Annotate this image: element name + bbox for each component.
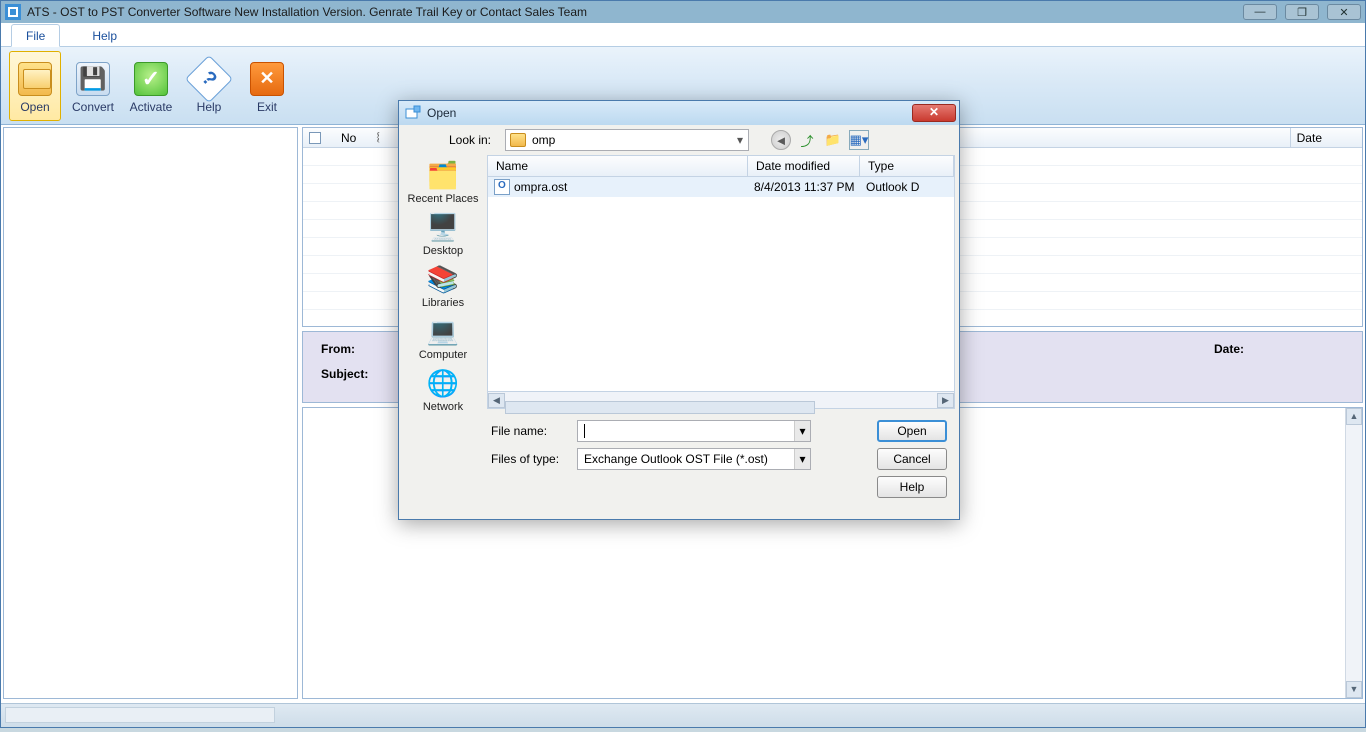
scroll-left-arrow-icon[interactable]: ◀	[488, 393, 505, 408]
file-name: ompra.ost	[514, 180, 567, 194]
place-recent-label: Recent Places	[408, 193, 479, 205]
status-progress	[5, 707, 275, 723]
app-title: ATS - OST to PST Converter Software New …	[27, 5, 1243, 19]
close-button[interactable]: ✕	[1327, 4, 1361, 20]
up-one-level-icon[interactable]: ⤴	[797, 130, 817, 150]
ribbon-activate-button[interactable]: Activate	[125, 51, 177, 121]
place-libraries[interactable]: 📚 Libraries	[403, 263, 483, 309]
lookin-combo[interactable]: omp ▾	[505, 129, 749, 151]
dialog-form: File name: ▾ Open Files of type: Exchang…	[487, 409, 955, 501]
save-disk-icon	[76, 62, 110, 96]
col-no[interactable]: No	[341, 131, 356, 145]
libraries-icon: 📚	[423, 263, 463, 295]
filename-value	[584, 424, 585, 438]
attachment-icon[interactable]: 𝄔	[376, 130, 379, 146]
from-label: From:	[321, 342, 355, 356]
place-desktop-label: Desktop	[423, 245, 463, 257]
chevron-down-icon: ▾	[732, 133, 748, 147]
filetype-label: Files of type:	[487, 452, 567, 466]
folder-icon	[510, 133, 526, 147]
recent-places-icon: 🗂️	[423, 159, 463, 191]
filetype-select[interactable]: Exchange Outlook OST File (*.ost) ▾	[577, 448, 811, 470]
ribbon-exit-label: Exit	[257, 100, 277, 114]
place-recent[interactable]: 🗂️ Recent Places	[403, 159, 483, 205]
horizontal-scrollbar[interactable]: ◀ ▶	[487, 392, 955, 409]
chevron-down-icon[interactable]: ▾	[794, 421, 810, 441]
menu-file[interactable]: File	[11, 24, 60, 47]
nav-icons: ◄ ⤴ 📁 ▦▾	[771, 130, 869, 150]
minimize-button[interactable]: —	[1243, 4, 1277, 20]
file-list[interactable]: ompra.ost 8/4/2013 11:37 PM Outlook D	[487, 177, 955, 392]
place-computer-label: Computer	[419, 349, 467, 361]
scroll-down-arrow-icon[interactable]: ▼	[1346, 681, 1362, 698]
ribbon-help-button[interactable]: Help	[183, 51, 235, 121]
col-date[interactable]: Date	[1290, 128, 1362, 147]
menubar: File Help	[1, 23, 1365, 47]
filetype-value: Exchange Outlook OST File (*.ost)	[584, 452, 768, 466]
ribbon-open-button[interactable]: Open	[9, 51, 61, 121]
ribbon-activate-label: Activate	[130, 100, 173, 114]
new-folder-icon[interactable]: 📁	[823, 130, 843, 150]
file-area: Name Date modified Type ompra.ost 8/4/20…	[487, 155, 959, 501]
lookin-label: Look in:	[409, 133, 497, 147]
place-computer[interactable]: 💻 Computer	[403, 315, 483, 361]
file-type: Outlook D	[860, 180, 954, 194]
file-row[interactable]: ompra.ost 8/4/2013 11:37 PM Outlook D	[488, 177, 954, 197]
open-button[interactable]: Open	[877, 420, 947, 442]
file-list-header: Name Date modified Type	[487, 155, 955, 177]
ost-file-icon	[494, 179, 510, 195]
ribbon-open-label: Open	[20, 100, 49, 114]
lookin-row: Look in: omp ▾ ◄ ⤴ 📁 ▦▾	[399, 125, 959, 155]
computer-icon: 💻	[423, 315, 463, 347]
menu-help[interactable]: Help	[78, 25, 131, 46]
help-button[interactable]: Help	[877, 476, 947, 498]
ribbon-convert-label: Convert	[72, 100, 114, 114]
ribbon-convert-button[interactable]: Convert	[67, 51, 119, 121]
col-type[interactable]: Type	[860, 156, 954, 176]
dialog-title: Open	[427, 106, 912, 120]
folder-open-icon	[18, 62, 52, 96]
subject-label: Subject:	[321, 367, 368, 381]
open-file-dialog: Open ✕ Look in: omp ▾ ◄ ⤴ 📁 ▦▾ 🗂️ Recent …	[398, 100, 960, 520]
network-icon: 🌐	[423, 367, 463, 399]
statusbar	[1, 703, 1365, 727]
dialog-close-button[interactable]: ✕	[912, 104, 956, 122]
open-dialog-icon	[405, 105, 421, 121]
scroll-up-arrow-icon[interactable]: ▲	[1346, 408, 1362, 425]
filename-label: File name:	[487, 424, 567, 438]
file-date: 8/4/2013 11:37 PM	[748, 180, 860, 194]
scroll-right-arrow-icon[interactable]: ▶	[937, 393, 954, 408]
app-icon	[5, 4, 21, 20]
date-label: Date:	[1214, 342, 1244, 356]
lookin-value: omp	[532, 133, 555, 147]
vertical-scrollbar[interactable]: ▲ ▼	[1345, 408, 1362, 698]
desktop-icon: 🖥️	[423, 211, 463, 243]
titlebar: ATS - OST to PST Converter Software New …	[1, 1, 1365, 23]
dialog-body: 🗂️ Recent Places 🖥️ Desktop 📚 Libraries 💻 Co…	[399, 155, 959, 501]
check-circle-icon	[134, 62, 168, 96]
window-controls: — ❐ ✕	[1243, 4, 1361, 20]
dialog-titlebar: Open ✕	[399, 101, 959, 125]
select-all-checkbox[interactable]	[309, 132, 321, 144]
chevron-down-icon[interactable]: ▾	[794, 449, 810, 469]
scroll-thumb[interactable]	[505, 401, 815, 414]
maximize-button[interactable]: ❐	[1285, 4, 1319, 20]
places-bar: 🗂️ Recent Places 🖥️ Desktop 📚 Libraries 💻 Co…	[399, 155, 487, 501]
filename-input[interactable]: ▾	[577, 420, 811, 442]
exit-x-icon	[250, 62, 284, 96]
place-desktop[interactable]: 🖥️ Desktop	[403, 211, 483, 257]
view-menu-icon[interactable]: ▦▾	[849, 130, 869, 150]
place-libraries-label: Libraries	[422, 297, 464, 309]
ribbon-exit-button[interactable]: Exit	[241, 51, 293, 121]
back-icon[interactable]: ◄	[771, 130, 791, 150]
place-network[interactable]: 🌐 Network	[403, 367, 483, 413]
col-name[interactable]: Name	[488, 156, 748, 176]
cancel-button[interactable]: Cancel	[877, 448, 947, 470]
tree-panel[interactable]	[3, 127, 298, 699]
col-date-modified[interactable]: Date modified	[748, 156, 860, 176]
question-diamond-icon	[185, 54, 233, 102]
place-network-label: Network	[423, 401, 463, 413]
